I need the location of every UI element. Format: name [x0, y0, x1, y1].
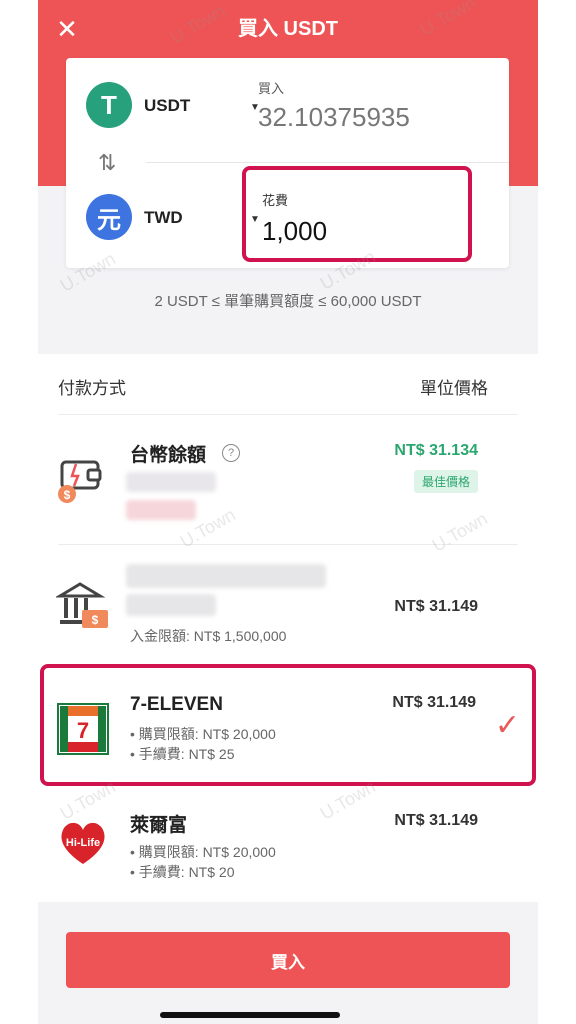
- exchange-card: T USDT ▼ 買入 32.10375935 ⇅ 元 TWD ▼ 花費 1,0…: [66, 58, 509, 268]
- buy-amount[interactable]: 32.10375935: [258, 102, 410, 133]
- divider: [146, 162, 509, 163]
- spend-amount-field[interactable]: 花費 1,000: [242, 166, 472, 262]
- app-screen: ✕ 買入 USDT T USDT ▼ 買入 32.10375935 ⇅ 元 TW…: [38, 0, 538, 1024]
- purchase-limit: • 購買限額: NT$ 20,000: [130, 844, 276, 860]
- payment-option-7eleven[interactable]: 7 7-ELEVEN NT$ 31.149 • 購買限額: NT$ 20,000…: [40, 664, 536, 786]
- left-margin: [0, 0, 38, 1024]
- checkmark-icon: ✓: [494, 709, 520, 742]
- unit-price-header: 單位價格: [420, 379, 488, 398]
- svg-text:$: $: [64, 488, 71, 502]
- payment-name: 台幣餘額: [130, 445, 207, 466]
- redacted-text: [126, 594, 216, 616]
- bank-icon: $: [56, 582, 108, 628]
- 7-eleven-logo-icon: 7: [57, 703, 109, 755]
- buy-button[interactable]: 買入: [66, 932, 510, 988]
- payment-price: NT$ 31.149: [394, 598, 478, 615]
- payment-method-header: 付款方式: [58, 379, 126, 398]
- payment-method-list: 付款方式 單位價格 $ 台幣餘額 ? NT$ 31.134 最佳價格 $ NT$…: [38, 354, 538, 902]
- svg-text:Hi-Life: Hi-Life: [66, 837, 100, 849]
- redacted-text: [126, 500, 196, 520]
- help-icon[interactable]: ?: [222, 444, 240, 462]
- payment-name: 7-ELEVEN: [130, 694, 223, 715]
- usdt-coin-icon: T: [86, 82, 132, 128]
- spend-label: 花費: [262, 193, 289, 208]
- fee: • 手續費: NT$ 25: [130, 746, 235, 762]
- spend-amount-input[interactable]: 1,000: [262, 216, 327, 247]
- svg-text:$: $: [92, 613, 99, 627]
- right-margin: [538, 0, 576, 1024]
- payment-price: NT$ 31.149: [392, 694, 476, 711]
- payment-name: 萊爾富: [130, 815, 188, 836]
- buy-label: 買入: [258, 81, 285, 96]
- spend-currency-select[interactable]: TWD: [144, 208, 183, 228]
- fee: • 手續費: NT$ 20: [130, 864, 235, 880]
- svg-text:7: 7: [77, 718, 89, 743]
- deposit-limit: 入金限額: NT$ 1,500,000: [130, 628, 287, 644]
- hi-life-logo-icon: Hi-Life: [61, 822, 105, 864]
- twd-coin-icon: 元: [86, 194, 132, 240]
- purchase-limit-text: 2 USDT ≤ 單筆購買額度 ≤ 60,000 USDT: [154, 293, 422, 310]
- buy-currency-select[interactable]: USDT: [144, 96, 190, 116]
- wallet-icon: $: [58, 460, 102, 503]
- payment-price: NT$ 31.134: [394, 442, 478, 459]
- home-indicator[interactable]: [160, 1012, 340, 1018]
- redacted-bank-name: [126, 564, 326, 588]
- redacted-text: [126, 472, 216, 492]
- payment-price: NT$ 31.149: [394, 812, 478, 829]
- divider: [58, 414, 518, 415]
- purchase-limit: • 購買限額: NT$ 20,000: [130, 726, 276, 742]
- best-price-badge: 最佳價格: [413, 470, 478, 493]
- swap-arrows-icon[interactable]: ⇅: [98, 150, 116, 176]
